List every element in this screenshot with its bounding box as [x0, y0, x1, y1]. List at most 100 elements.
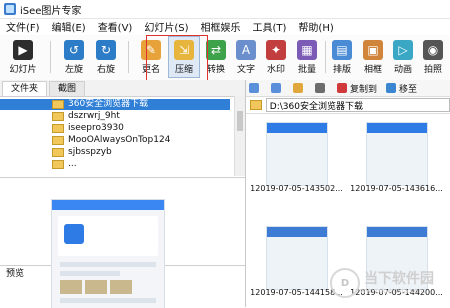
text-button[interactable]: A 文字	[232, 37, 260, 77]
tree-item[interactable]: sjbsspzyb	[0, 147, 230, 158]
layout-label: 排版	[332, 65, 351, 75]
view-button[interactable]	[312, 83, 328, 93]
up-folder-button[interactable]	[290, 83, 306, 93]
compress-icon: ⇲	[174, 40, 194, 60]
slideshow-label: 幻灯片	[9, 65, 37, 75]
tree-item-label: 360安全浏览器下载	[68, 99, 149, 109]
thumbnail-image	[266, 122, 328, 186]
tree-item-label: sjbsspzyb	[68, 147, 112, 157]
copy-to-icon	[337, 83, 347, 93]
thumbnail-item[interactable]: 12019-07-05-143616...	[348, 118, 445, 196]
animation-label: 动画	[393, 65, 412, 75]
back-icon	[249, 83, 259, 93]
camera-button[interactable]: ◉ 拍照	[419, 37, 447, 77]
menu-edit[interactable]: 编辑(E)	[46, 19, 92, 34]
watermark-label: 水印	[266, 65, 285, 75]
watermark-icon: ✦	[266, 40, 286, 60]
convert-label: 转换	[206, 65, 225, 75]
rotate-right-label: 右旋	[96, 65, 115, 75]
move-to-icon	[386, 83, 397, 93]
animation-button[interactable]: ▷ 动画	[389, 37, 417, 77]
menu-tools[interactable]: 工具(T)	[247, 19, 293, 34]
toolbar-divider	[325, 41, 326, 73]
copy-to-label: 复制到	[350, 84, 378, 95]
menu-frame-fun[interactable]: 相框娱乐	[195, 19, 247, 34]
batch-icon: ▦	[297, 40, 317, 60]
tab-folders[interactable]: 文件夹	[2, 81, 48, 96]
folder-icon	[52, 112, 64, 121]
move-to-label: 移至	[399, 84, 418, 95]
menu-slideshow[interactable]: 幻灯片(S)	[138, 19, 194, 34]
thumbnail-image	[366, 122, 428, 186]
tree-item[interactable]: MooOAlwaysOnTop124	[0, 135, 230, 146]
watermark-button[interactable]: ✦ 水印	[262, 37, 290, 77]
menu-view[interactable]: 查看(V)	[92, 19, 139, 34]
toolbar: ▶ 幻灯片 ↺ 左旋 ↻ 右旋 ✎ 更名 ⇲ 压缩 ⇄ 转换 A 文字 ✦ 水印…	[0, 35, 450, 81]
thumbnail-caption: 12019-07-05-143502...	[250, 184, 343, 193]
rotate-right-button[interactable]: ↻ 右旋	[92, 37, 120, 77]
preview-label: 预览	[6, 269, 25, 279]
view-icon	[315, 83, 325, 93]
menu-bar: 文件(F) 编辑(E) 查看(V) 幻灯片(S) 相框娱乐 工具(T) 帮助(H…	[0, 18, 450, 36]
window-title: iSee图片专家	[20, 5, 82, 17]
rename-label: 更名	[141, 65, 160, 75]
text-label: 文字	[236, 65, 255, 75]
tab-screenshot[interactable]: 截图	[49, 81, 86, 96]
rotate-right-icon: ↻	[96, 40, 116, 60]
thumbnail-image	[266, 226, 328, 290]
folder-icon	[52, 100, 64, 109]
rotate-left-button[interactable]: ↺ 左旋	[60, 37, 88, 77]
back-button[interactable]	[246, 83, 262, 93]
tree-item[interactable]: dszrwrj_9ht	[0, 111, 230, 122]
move-to-button[interactable]: 移至	[383, 82, 417, 95]
tree-item[interactable]: ...	[0, 159, 230, 170]
watermark-logo-icon: D	[330, 268, 360, 298]
rotate-left-icon: ↺	[64, 40, 84, 60]
folder-icon	[52, 124, 64, 133]
camera-label: 拍照	[423, 65, 442, 75]
convert-button[interactable]: ⇄ 转换	[202, 37, 230, 77]
path-bar	[246, 97, 450, 114]
browser-toolbar: 复制到 移至	[246, 80, 450, 97]
tree-item-label: ...	[68, 159, 77, 169]
folder-tree: 360安全浏览器下载 dszrwrj_9ht iseepro3930 MooOA…	[0, 97, 245, 178]
frame-label: 相框	[363, 65, 382, 75]
menu-help[interactable]: 帮助(H)	[292, 19, 339, 34]
text-icon: A	[236, 40, 256, 60]
tree-scrollbar[interactable]	[234, 96, 245, 176]
watermark-overlay: D 当下软件园 www.downxia.com	[330, 266, 448, 300]
left-panel: 文件夹 截图 360安全浏览器下载 dszrwrj_9ht iseepro393…	[0, 80, 246, 308]
slideshow-button[interactable]: ▶ 幻灯片	[6, 37, 40, 77]
animation-icon: ▷	[393, 40, 413, 60]
menu-file[interactable]: 文件(F)	[0, 19, 46, 34]
compress-button[interactable]: ⇲ 压缩	[168, 36, 200, 78]
compress-label: 压缩	[174, 65, 193, 75]
convert-icon: ⇄	[206, 40, 226, 60]
tree-item[interactable]: 360安全浏览器下载	[0, 99, 230, 110]
thumbnail-item[interactable]: 12019-07-05-143502...	[248, 118, 345, 196]
camera-icon: ◉	[423, 40, 443, 60]
watermark-title: 当下软件园	[364, 271, 434, 287]
layout-icon: ▤	[332, 40, 352, 60]
rename-button[interactable]: ✎ 更名	[137, 37, 165, 77]
rotate-left-label: 左旋	[64, 65, 83, 75]
left-tabs: 文件夹 截图	[0, 80, 245, 97]
batch-label: 批量	[297, 65, 316, 75]
batch-button[interactable]: ▦ 批量	[293, 37, 321, 77]
folder-icon	[250, 100, 262, 110]
tree-item-label: MooOAlwaysOnTop124	[68, 135, 171, 145]
tree-item[interactable]: iseepro3930	[0, 123, 230, 134]
preview-image	[51, 199, 165, 308]
copy-to-button[interactable]: 复制到	[334, 82, 377, 95]
toolbar-divider	[128, 41, 129, 73]
forward-button[interactable]	[268, 83, 284, 93]
layout-button[interactable]: ▤ 排版	[328, 37, 356, 77]
frame-button[interactable]: ▣ 相框	[359, 37, 387, 77]
path-input[interactable]	[265, 98, 450, 112]
scrollbar-thumb[interactable]	[237, 111, 243, 131]
thumbnail-caption: 12019-07-05-143616...	[350, 184, 443, 193]
folder-icon	[52, 160, 64, 169]
rename-icon: ✎	[141, 40, 161, 60]
title-bar: iSee图片专家	[0, 0, 450, 19]
forward-icon	[271, 83, 281, 93]
